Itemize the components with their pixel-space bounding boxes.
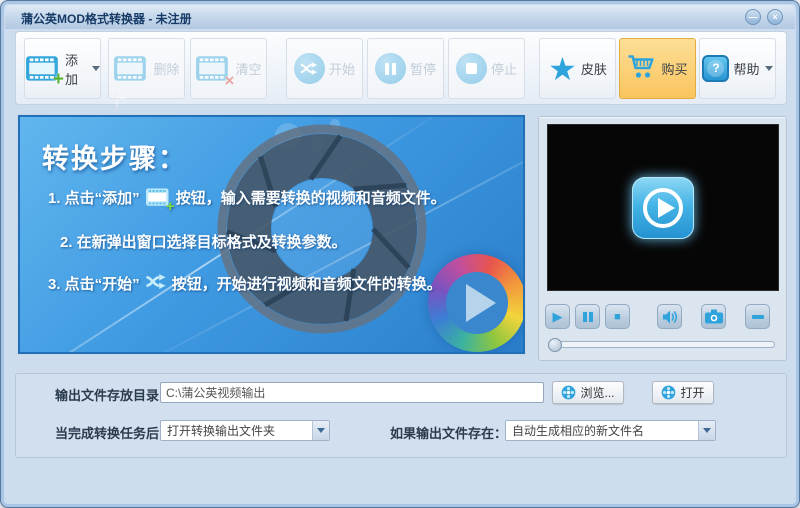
pause-label: 暂停: [410, 59, 436, 78]
step-3-text: 按钮，开始进行视频和音频文件的转换。: [172, 273, 442, 294]
film-clear-icon: ×: [195, 54, 231, 84]
reel-icon: [661, 385, 676, 400]
title-bar[interactable]: 蒲公英MOD格式转换器 - 未注册 — ×: [5, 5, 795, 29]
minimize-button[interactable]: —: [745, 9, 761, 25]
pause-icon: [583, 312, 593, 322]
reel-icon: [561, 385, 576, 400]
plus-icon: +: [166, 201, 175, 213]
film-add-icon: +: [145, 187, 171, 208]
minus-icon: [116, 91, 118, 110]
seek-bar[interactable]: [549, 341, 775, 348]
step-3-text: 3. 点击“开始”: [48, 273, 140, 294]
shuffle-icon: [145, 273, 167, 294]
after-task-select[interactable]: 打开转换输出文件夹: [160, 420, 330, 441]
steps-panel: 转换步骤： 1. 点击“添加” + 按钮，输入需要转换的视频和音频文件。 2. …: [17, 114, 526, 355]
after-task-label: 当完成转换任务后：: [55, 423, 172, 442]
step-1-text: 1. 点击“添加”: [48, 187, 140, 208]
output-dir-input[interactable]: [160, 382, 544, 403]
stop-button[interactable]: ■: [605, 304, 630, 329]
open-button[interactable]: 打开: [652, 381, 714, 404]
pause-button[interactable]: [575, 304, 600, 329]
app-window: 蒲公英MOD格式转换器 - 未注册 — × + 添加 删除 × 清空: [0, 0, 800, 508]
mute-button[interactable]: [745, 304, 770, 329]
stop-button: 停止: [448, 38, 525, 99]
step-1-text: 按钮，输入需要转换的视频和音频文件。: [176, 187, 446, 208]
question-icon: ?: [702, 55, 729, 82]
camera-icon: [705, 309, 723, 324]
star-icon: ★: [548, 54, 577, 84]
browse-button[interactable]: 浏览...: [552, 381, 624, 404]
start-button: 开始: [286, 38, 363, 99]
film-delete-icon: [113, 54, 149, 84]
close-icon: ×: [772, 12, 777, 22]
skin-label: 皮肤: [581, 59, 607, 78]
play-icon: ▶: [553, 309, 563, 325]
seek-thumb[interactable]: [548, 338, 562, 352]
snapshot-button[interactable]: [701, 304, 726, 329]
stop-label: 停止: [491, 59, 517, 78]
if-exists-label: 如果输出文件存在：: [390, 423, 507, 442]
step-2-text: 2. 在新弹出窗口选择目标格式及转换参数。: [60, 231, 347, 252]
film-add-icon: +: [25, 54, 61, 84]
minimize-icon: —: [749, 12, 758, 22]
stop-icon: [456, 53, 487, 84]
cross-icon: ×: [225, 74, 235, 87]
delete-label: 删除: [153, 59, 179, 78]
clear-button: × 清空: [190, 38, 267, 99]
steps-title: 转换步骤：: [42, 137, 187, 176]
add-label: 添加: [65, 50, 87, 88]
preview-panel: ▶ ■: [538, 116, 787, 361]
add-button[interactable]: + 添加: [24, 38, 101, 99]
pause-button: 暂停: [367, 38, 444, 99]
step-2: 2. 在新弹出窗口选择目标格式及转换参数。: [60, 231, 347, 252]
buy-label: 购买: [661, 59, 687, 78]
chevron-down-icon[interactable]: [698, 421, 715, 440]
video-screen: [547, 124, 779, 291]
plus-icon: +: [53, 73, 64, 87]
help-button[interactable]: ? 帮助: [699, 38, 776, 99]
cart-icon: [627, 53, 657, 85]
output-settings-panel: 输出文件存放目录： 浏览... 打开 当完成转换任务后： 打开转换输出文件夹 如…: [15, 373, 787, 458]
volume-button[interactable]: [657, 304, 682, 329]
skin-button[interactable]: ★ 皮肤: [539, 38, 616, 99]
stop-icon: ■: [614, 311, 621, 323]
close-button[interactable]: ×: [767, 9, 783, 25]
step-1: 1. 点击“添加” + 按钮，输入需要转换的视频和音频文件。: [48, 187, 446, 208]
pause-icon: [375, 53, 406, 84]
play-icon: [641, 186, 685, 230]
big-play-button[interactable]: [632, 177, 694, 239]
chevron-down-icon[interactable]: [312, 421, 329, 440]
start-label: 开始: [329, 59, 355, 78]
play-triangle-icon: [466, 284, 496, 322]
step-3: 3. 点击“开始” 按钮，开始进行视频和音频文件的转换。: [48, 273, 442, 294]
output-dir-label: 输出文件存放目录：: [55, 385, 172, 404]
delete-button: 删除: [108, 38, 185, 99]
window-title: 蒲公英MOD格式转换器 - 未注册: [21, 10, 192, 27]
speaker-icon: [662, 310, 678, 324]
steps-panel-background: 转换步骤： 1. 点击“添加” + 按钮，输入需要转换的视频和音频文件。 2. …: [18, 115, 525, 354]
help-label: 帮助: [733, 59, 759, 78]
if-exists-value: 自动生成相应的新文件名: [506, 422, 698, 439]
minus-icon: [752, 315, 764, 319]
clear-label: 清空: [235, 59, 261, 78]
dropdown-arrow-icon: [92, 66, 100, 71]
if-exists-select[interactable]: 自动生成相应的新文件名: [505, 420, 716, 441]
rainbow-play-graphic: [428, 254, 525, 352]
dropdown-arrow-icon: [765, 66, 773, 71]
buy-button[interactable]: 购买: [619, 38, 696, 99]
play-button[interactable]: ▶: [545, 304, 570, 329]
browse-label: 浏览...: [580, 384, 614, 401]
after-task-value: 打开转换输出文件夹: [161, 422, 312, 439]
toolbar: + 添加 删除 × 清空 开始 暂停: [15, 31, 787, 105]
open-label: 打开: [680, 384, 704, 401]
shuffle-icon: [294, 53, 325, 84]
